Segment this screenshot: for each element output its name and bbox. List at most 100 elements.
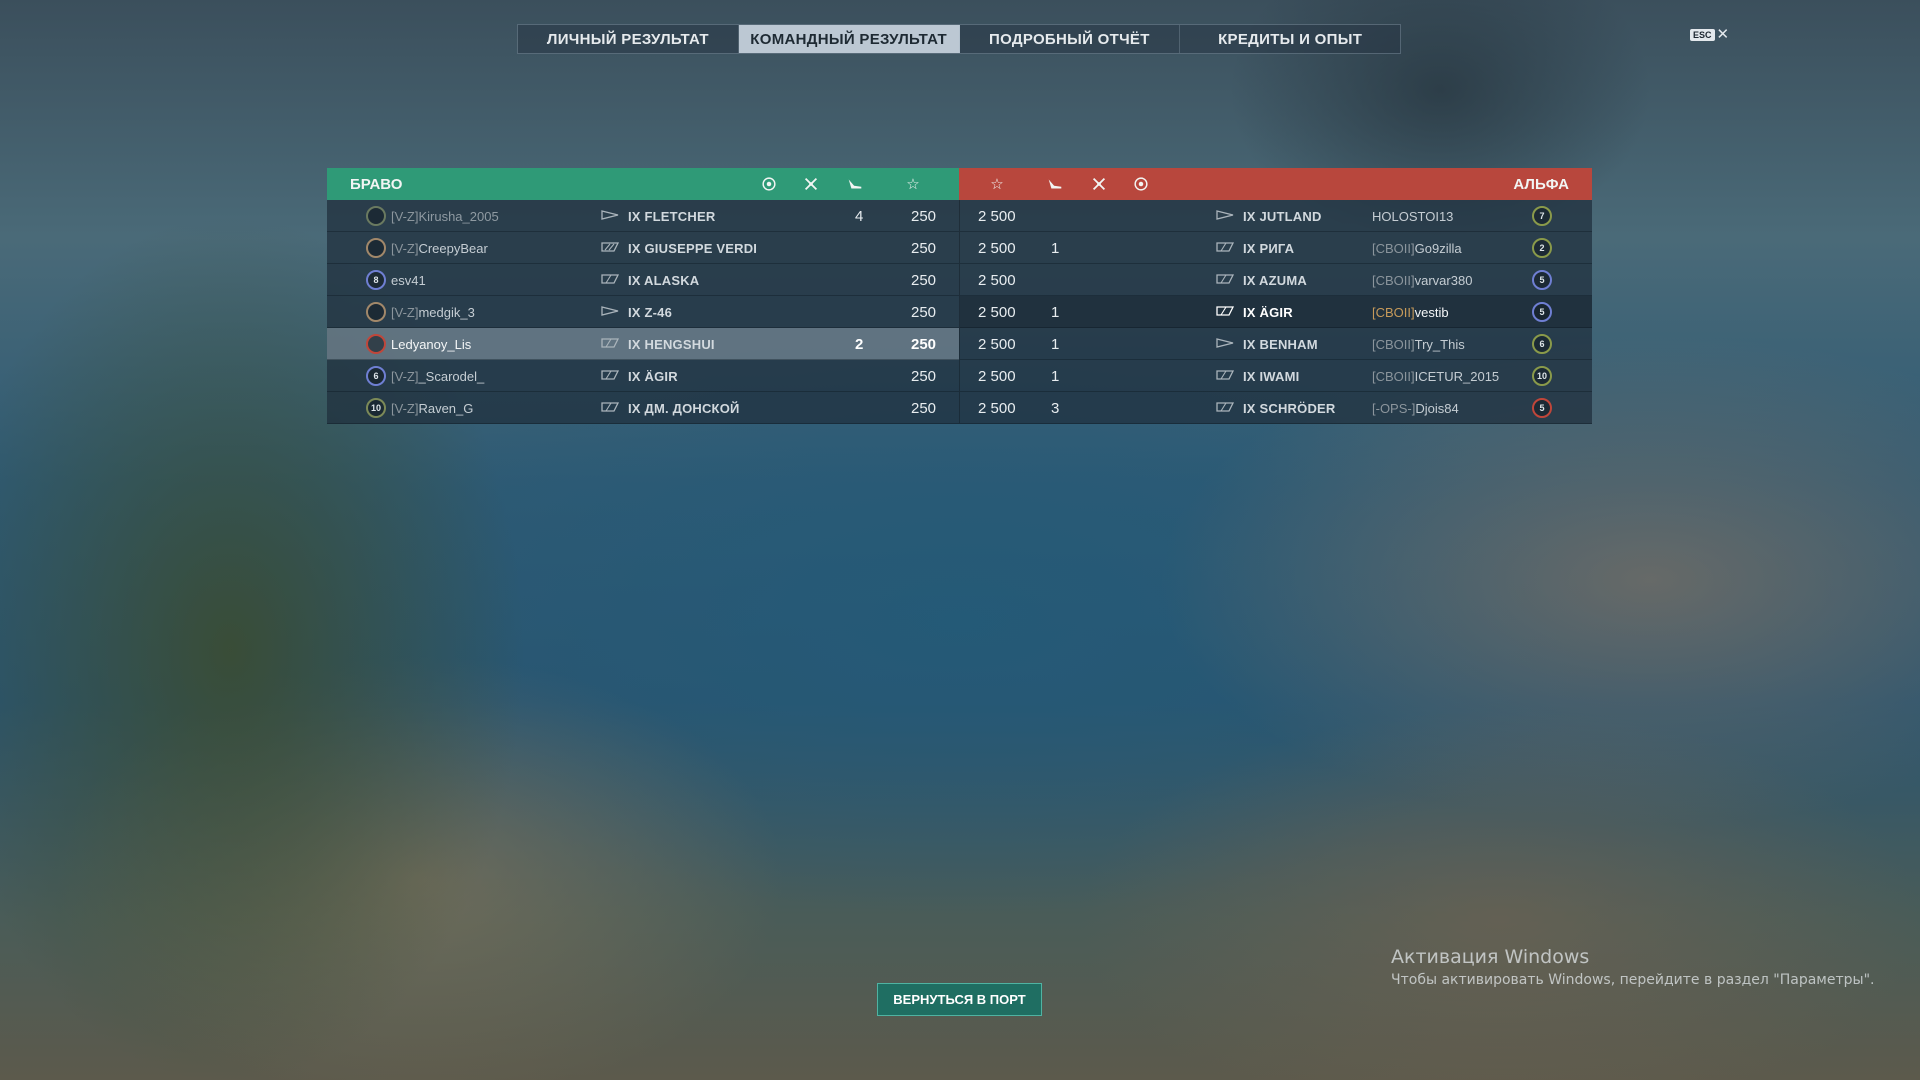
kills-value: 1 (1051, 303, 1060, 321)
ribbon-icon (759, 174, 779, 194)
xp-value: 250 (911, 239, 937, 257)
ship-type-icon (1215, 337, 1235, 352)
player-row[interactable]: 2 500 IX JUTLAND HOLOSTOI13 7 (960, 200, 1592, 232)
player-row[interactable]: [V-Z] CreepyBear IX GIUSEPPE VERDI 250 (327, 232, 959, 264)
clan-tag: [CBOII] (1372, 272, 1415, 288)
ship-cell: IX ÄGIR (600, 360, 678, 392)
kills-value: 2 (855, 335, 864, 353)
ship-type-icon (600, 337, 620, 352)
ship-type-icon (1215, 369, 1235, 384)
xp-value: 2 500 (978, 207, 1016, 225)
tab-team-result[interactable]: КОМАНДНЫЙ РЕЗУЛЬТАТ (738, 25, 960, 53)
ship-type-icon (600, 241, 620, 256)
player-row[interactable]: 8 esv41 IX ALASKA 250 (327, 264, 959, 296)
player-row[interactable]: 2 500 1 IX ÄGIR [CBOII] vestib 5 (960, 296, 1592, 328)
ship-name: IX AZUMA (1243, 272, 1307, 288)
player-name-cell: [CBOII] ICETUR_2015 (1372, 360, 1499, 392)
ship-name: IX ÄGIR (628, 368, 678, 384)
player-row[interactable]: 2 500 1 IX IWAMI [CBOII] ICETUR_2015 10 (960, 360, 1592, 392)
rank-badge-cell (366, 232, 386, 264)
rank-badge-icon: 7 (1532, 206, 1552, 226)
player-row[interactable]: 2 500 3 IX SCHRÖDER [-OPS-] Djois84 5 (960, 392, 1592, 424)
player-name-cell: [-OPS-] Djois84 (1372, 392, 1459, 424)
player-row[interactable]: 6 [V-Z] _Scarodel_ IX ÄGIR 250 (327, 360, 959, 392)
xp-value: 2 500 (978, 271, 1016, 289)
ship-type-icon (600, 209, 620, 224)
player-name-cell: [CBOII] Go9zilla (1372, 232, 1462, 264)
player-name-cell: Ledyanoy_Lis (391, 328, 471, 360)
rank-badge-cell: 6 (366, 360, 386, 392)
xp-value: 250 (911, 207, 937, 225)
kills-value: 3 (1051, 399, 1060, 417)
windows-activation-watermark: Активация Windows Чтобы активировать Win… (1391, 946, 1874, 988)
rank-badge-cell: 8 (366, 264, 386, 296)
rank-badge-icon: 2 (1532, 238, 1552, 258)
ship-name: IX ДМ. ДОНСКОЙ (628, 400, 740, 416)
player-row[interactable]: [V-Z] medgik_3 IX Z-46 250 (327, 296, 959, 328)
player-row[interactable]: 2 500 IX AZUMA [CBOII] varvar380 5 (960, 264, 1592, 296)
ship-name: IX HENGSHUI (628, 336, 715, 352)
rank-badge-cell: 5 (1532, 392, 1552, 424)
player-name: Raven_G (418, 400, 474, 416)
ship-name: IX GIUSEPPE VERDI (628, 240, 758, 256)
player-row[interactable]: [V-Z] Kirusha_2005 IX FLETCHER 4 250 (327, 200, 959, 232)
xp-value: 2 500 (978, 367, 1016, 385)
left-team-header: БРАВО ☆ (327, 168, 959, 200)
ship-name: IX ALASKA (628, 272, 700, 288)
activation-text: Чтобы активировать Windows, перейдите в … (1391, 972, 1875, 988)
player-name: _Scarodel_ (418, 368, 485, 384)
tab-credits-and-xp[interactable]: КРЕДИТЫ И ОПЫТ (1180, 25, 1400, 53)
clan-tag: [V-Z] (391, 368, 419, 384)
ship-cell: IX РИГА (1215, 232, 1294, 264)
ships-destroyed-icon (845, 174, 865, 194)
player-row[interactable]: 2 500 1 IX BENHAM [CBOII] Try_This 6 (960, 328, 1592, 360)
rank-badge-cell: 5 (1532, 264, 1552, 296)
ship-type-icon (1215, 305, 1235, 320)
tab-detailed-report[interactable]: ПОДРОБНЫЙ ОТЧЁТ (960, 25, 1181, 53)
player-row[interactable]: 2 500 1 IX РИГА [CBOII] Go9zilla 2 (960, 232, 1592, 264)
clan-tag: [CBOII] (1372, 336, 1415, 352)
clan-tag: [V-Z] (391, 240, 419, 256)
right-team-list: 2 500 IX JUTLAND HOLOSTOI13 7 2 500 1 IX РИГА [… (959, 200, 1592, 424)
player-name: Djois84 (1415, 400, 1459, 416)
player-name: HOLOSTOI13 (1372, 208, 1454, 224)
team-results-table: БРАВО ☆ ☆ АЛЬФА [V-Z] Kirusha_2005 IX FL… (327, 168, 1592, 424)
activation-title: Активация Windows (1391, 946, 1590, 968)
ship-cell: IX HENGSHUI (600, 328, 715, 360)
star-icon: ☆ (906, 176, 920, 193)
table-header: БРАВО ☆ ☆ АЛЬФА (327, 168, 1592, 200)
rank-badge-icon: 5 (1532, 270, 1552, 290)
rank-badge-icon: 10 (366, 398, 386, 418)
clan-tag: [V-Z] (391, 304, 419, 320)
rank-badge-icon: 8 (366, 270, 386, 290)
ship-name: IX IWAMI (1243, 368, 1300, 384)
ship-cell: IX IWAMI (1215, 360, 1300, 392)
ship-type-icon (1215, 273, 1235, 288)
kills-value: 4 (855, 207, 864, 225)
kills-value: 1 (1051, 367, 1060, 385)
kills-value: 1 (1051, 335, 1060, 353)
ship-cell: IX SCHRÖDER (1215, 392, 1336, 424)
player-row[interactable]: 10 [V-Z] Raven_G IX ДМ. ДОНСКОЙ 250 (327, 392, 959, 424)
player-name-cell: [CBOII] varvar380 (1372, 264, 1472, 296)
player-name: vestib (1414, 304, 1449, 320)
ship-name: IX ÄGIR (1243, 304, 1293, 320)
clan-tag: [V-Z] (391, 400, 419, 416)
esc-key-label: ESC (1690, 28, 1715, 41)
ships-destroyed-icon (1045, 174, 1065, 194)
ship-name: IX Z-46 (628, 304, 673, 320)
tab-personal-result[interactable]: ЛИЧНЫЙ РЕЗУЛЬТАТ (518, 25, 739, 53)
ship-type-icon (600, 401, 620, 416)
ship-name: IX РИГА (1243, 240, 1295, 256)
close-button[interactable]: ESC ✕ (1690, 27, 1729, 42)
xp-value: 2 500 (978, 303, 1016, 321)
player-name-cell: [CBOII] vestib (1372, 296, 1449, 328)
right-team-header: ☆ АЛЬФА (959, 168, 1592, 200)
rank-badge-cell (366, 200, 386, 232)
player-name-cell: [V-Z] medgik_3 (391, 296, 475, 328)
kills-value: 1 (1051, 239, 1060, 257)
player-name-cell: [V-Z] CreepyBear (391, 232, 488, 264)
player-name-cell: [CBOII] Try_This (1372, 328, 1465, 360)
return-to-port-button[interactable]: ВЕРНУТЬСЯ В ПОРТ (877, 983, 1042, 1016)
player-row[interactable]: Ledyanoy_Lis IX HENGSHUI 2 250 (327, 328, 959, 360)
